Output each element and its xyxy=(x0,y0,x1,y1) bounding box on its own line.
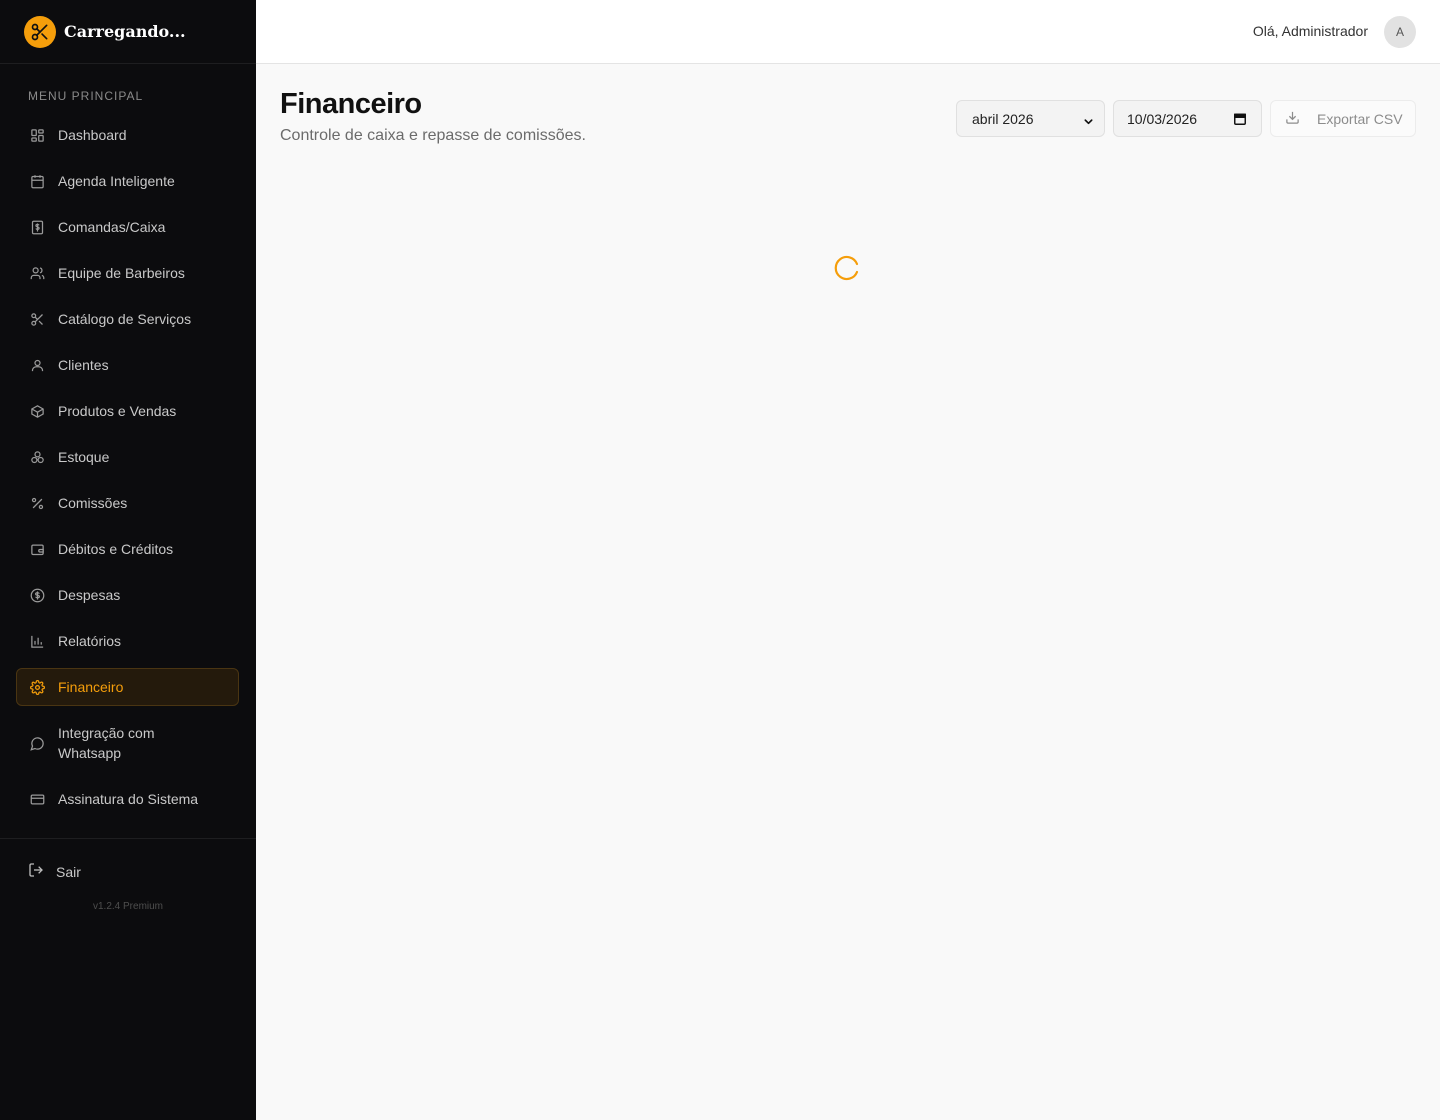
sidebar-divider xyxy=(0,838,256,839)
sidebar-item-label: Comandas/Caixa xyxy=(58,219,166,235)
sidebar-item-label: Equipe de Barbeiros xyxy=(58,265,185,281)
sidebar-item-whatsapp[interactable]: Integração com Whatsapp xyxy=(16,714,239,772)
greeting: Olá, Administrador xyxy=(1252,23,1368,39)
calendar-picker-icon[interactable] xyxy=(1233,112,1247,129)
export-csv-button[interactable]: Exportar CSV xyxy=(1270,100,1416,137)
sidebar-item-assinatura[interactable]: Assinatura do Sistema xyxy=(16,780,239,818)
version-label: v1.2.4 Premium xyxy=(92,901,164,912)
sidebar-item-debitos[interactable]: Débitos e Créditos xyxy=(16,530,239,568)
scissors-logo-icon xyxy=(24,15,56,48)
export-csv-label: Exportar CSV xyxy=(1317,110,1403,127)
logout-label: Sair xyxy=(56,863,81,880)
sidebar-item-label: Dashboard xyxy=(58,127,127,143)
sidebar-item-financeiro[interactable]: Financeiro xyxy=(16,668,239,706)
receipt-icon xyxy=(29,219,45,235)
page-subtitle: Controle de caixa e repasse de comissões… xyxy=(280,127,586,144)
date-input[interactable]: 10/03/2026 xyxy=(1113,100,1262,137)
sidebar-item-label: Relatórios xyxy=(58,633,122,649)
sidebar-item-produtos[interactable]: Produtos e Vendas xyxy=(16,392,239,430)
avatar[interactable]: A xyxy=(1384,16,1416,48)
sidebar-item-label: Catálogo de Serviços xyxy=(58,311,192,327)
sidebar-item-label: Agenda Inteligente xyxy=(58,173,175,189)
chat-icon xyxy=(29,735,45,751)
sidebar-item-relatorios[interactable]: Relatórios xyxy=(16,622,239,660)
sidebar-item-estoque[interactable]: Estoque xyxy=(16,438,239,476)
sidebar-item-clientes[interactable]: Clientes xyxy=(16,346,239,384)
sidebar-item-label: Assinatura do Sistema xyxy=(58,791,199,807)
sidebar-item-label: Produtos e Vendas xyxy=(58,403,177,419)
date-input-value: 10/03/2026 xyxy=(1127,110,1198,127)
topbar: Olá, Administrador A xyxy=(256,0,1440,64)
sidebar-item-label: Comissões xyxy=(58,495,128,511)
logout-icon xyxy=(28,862,44,881)
users-icon xyxy=(29,265,45,281)
sidebar-item-despesas[interactable]: Despesas xyxy=(16,576,239,614)
menu-heading: MENU PRINCIPAL xyxy=(28,89,144,103)
sidebar-item-comandas[interactable]: Comandas/Caixa xyxy=(16,208,239,246)
month-select[interactable]: abril 2026 xyxy=(956,100,1105,137)
sidebar-item-catalogo[interactable]: Catálogo de Serviços xyxy=(16,300,239,338)
package-icon xyxy=(29,403,45,419)
sidebar-item-label: Clientes xyxy=(58,357,109,373)
dollar-circle-icon xyxy=(29,587,45,603)
sidebar-item-label: Financeiro xyxy=(58,679,124,695)
credit-card-icon xyxy=(29,791,45,807)
boxes-icon xyxy=(29,449,45,465)
sidebar-item-label: Débitos e Créditos xyxy=(58,541,174,557)
page-title: Financeiro xyxy=(280,88,422,120)
brand[interactable]: Carregando... xyxy=(0,0,256,64)
loading-spinner-icon xyxy=(833,254,861,282)
sidebar-item-label: Estoque xyxy=(58,449,110,465)
sidebar-item-agenda[interactable]: Agenda Inteligente xyxy=(16,162,239,200)
sidebar-item-dashboard[interactable]: Dashboard xyxy=(16,116,239,154)
calendar-icon xyxy=(29,173,45,189)
user-icon xyxy=(29,357,45,373)
percent-icon xyxy=(29,495,45,511)
scissors-icon xyxy=(29,311,45,327)
logout-button[interactable]: Sair xyxy=(28,862,81,881)
sidebar-item-comissoes[interactable]: Comissões xyxy=(16,484,239,522)
sidebar-item-label: Integração com Whatsapp xyxy=(58,725,155,761)
sidebar-item-label: Despesas xyxy=(58,587,121,603)
download-icon xyxy=(1285,110,1300,128)
month-select-value: abril 2026 xyxy=(972,110,1034,127)
sidebar-item-equipe[interactable]: Equipe de Barbeiros xyxy=(16,254,239,292)
brand-name: Carregando... xyxy=(64,22,186,41)
sidebar-menu: Dashboard Agenda Inteligente Comandas/Ca… xyxy=(16,116,239,826)
dashboard-icon xyxy=(29,127,45,143)
bar-chart-icon xyxy=(29,633,45,649)
gear-icon xyxy=(29,679,45,695)
wallet-icon xyxy=(29,541,45,557)
chevron-down-icon xyxy=(1083,114,1094,130)
sidebar: Carregando... MENU PRINCIPAL Dashboard A… xyxy=(0,0,256,1120)
